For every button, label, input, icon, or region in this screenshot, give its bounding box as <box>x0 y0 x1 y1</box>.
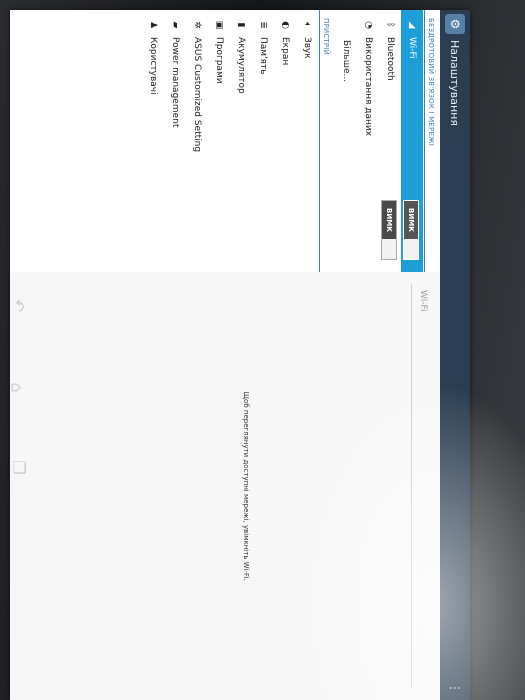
apps-icon: ▣ <box>214 20 224 30</box>
settings-screen: ⚙ Налаштування ⋮ БЕЗДРОТОВИЙ ЗВ'ЯЗОК І М… <box>10 10 470 700</box>
wifi-toggle[interactable]: ВИМК <box>403 200 419 260</box>
recents-icon[interactable]: ❐ <box>10 460 29 474</box>
settings-item-users[interactable]: ♟ Користувачі <box>142 10 164 272</box>
brightness-icon: ◐ <box>280 21 290 29</box>
settings-item-apps[interactable]: ▣ Програми <box>208 10 230 272</box>
page-title: Налаштування <box>448 40 462 126</box>
power-icon: ▰ <box>170 21 180 29</box>
settings-item-storage[interactable]: ≣ Пам'ять <box>252 10 274 272</box>
bluetooth-icon: ᛒ <box>385 22 395 28</box>
settings-item-display[interactable]: ◐ Екран <box>274 10 296 272</box>
overflow-menu-icon[interactable]: ⋮ <box>448 676 462 700</box>
settings-list: БЕЗДРОТОВИЙ ЗВ'ЯЗОК І МЕРЕЖІ ◢ Wi-Fi ВИМ… <box>10 10 440 273</box>
settings-item-bluetooth[interactable]: ᛒ Bluetooth ВИМК <box>379 10 401 272</box>
gear-icon: ✲ <box>192 21 202 29</box>
bluetooth-toggle[interactable]: ВИМК <box>381 200 397 260</box>
settings-item-power[interactable]: ▰ Power management <box>164 10 186 272</box>
battery-icon: ▮ <box>236 22 246 28</box>
pane-title: Wi-Fi <box>418 290 428 312</box>
speaker-icon: 🔈︎ <box>302 22 312 28</box>
user-icon: ♟ <box>148 20 158 30</box>
settings-app-icon[interactable]: ⚙ <box>445 14 465 34</box>
settings-item-asus[interactable]: ✲ ASUS Customized Setting <box>186 10 208 272</box>
settings-item-wifi[interactable]: ◢ Wi-Fi ВИМК <box>401 10 423 272</box>
pane-divider <box>411 284 412 688</box>
data-usage-icon: ◔ <box>363 21 373 29</box>
section-header-wireless: БЕЗДРОТОВИЙ ЗВ'ЯЗОК І МЕРЕЖІ <box>424 10 438 272</box>
section-header-device: ПРИСТРІЙ <box>319 10 333 272</box>
wifi-detail-pane: Wi-Fi Щоб переглянути доступні мережі, у… <box>10 272 440 700</box>
settings-item-sound[interactable]: 🔈︎ Звук <box>296 10 318 272</box>
home-icon[interactable]: ⌂ <box>8 382 27 392</box>
settings-item-more[interactable]: Більше... <box>335 10 357 272</box>
action-bar: ⚙ Налаштування ⋮ <box>440 10 470 700</box>
wifi-off-message: Щоб переглянути доступні мережі, увімкні… <box>242 391 250 581</box>
settings-item-data-usage[interactable]: ◔ Використання даних <box>357 10 379 272</box>
wifi-icon: ◢ <box>407 21 417 29</box>
back-icon[interactable]: ↶ <box>9 299 28 312</box>
storage-icon: ≣ <box>258 21 268 29</box>
settings-item-battery[interactable]: ▮ Акумулятор <box>230 10 252 272</box>
